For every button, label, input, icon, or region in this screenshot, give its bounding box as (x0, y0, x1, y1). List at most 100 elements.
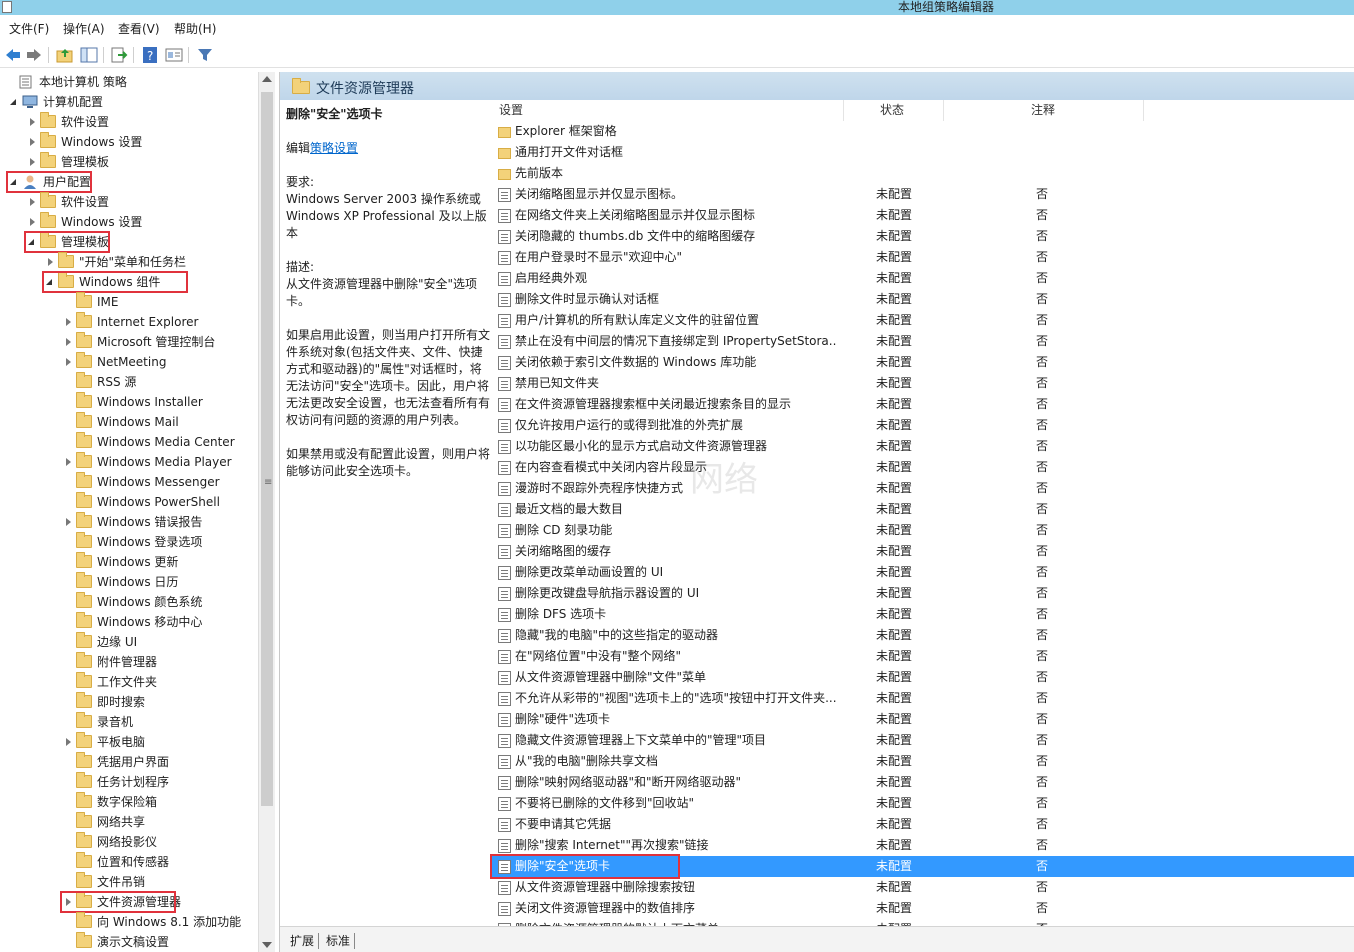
tree-scrollbar[interactable]: ≡ (258, 72, 275, 952)
collapse-arrow-icon[interactable] (66, 458, 71, 466)
table-row[interactable]: 关闭缩略图显示并仅显示图标。 未配置 否 (490, 184, 1354, 205)
collapse-arrow-icon[interactable] (30, 158, 35, 166)
list-folder-row[interactable]: Explorer 框架窗格 (490, 121, 1354, 142)
table-row[interactable]: 删除 CD 刻录功能 未配置 否 (490, 520, 1354, 541)
table-row[interactable]: 不允许从彩带的"视图"选项卡上的"选项"按钮中打开文件夹... 未配置 否 (490, 688, 1354, 709)
tree-item[interactable]: 任务计划程序 (0, 772, 258, 792)
collapse-arrow-icon[interactable] (30, 138, 35, 146)
column-header-state[interactable]: 状态 (844, 100, 944, 121)
table-row[interactable]: 删除"硬件"选项卡 未配置 否 (490, 709, 1354, 730)
table-row[interactable]: 从文件资源管理器中删除搜索按钮 未配置 否 (490, 877, 1354, 898)
table-row[interactable]: 删除文件资源管理器的默认上下文菜单未配置否 (490, 919, 1354, 926)
table-row[interactable]: 禁止在没有中间层的情况下直接绑定到 IPropertySetStora... 未配… (490, 331, 1354, 352)
show-hide-tree-icon[interactable] (80, 46, 98, 64)
edit-policy-link[interactable]: 策略设置 (310, 141, 358, 155)
table-row[interactable]: 用户/计算机的所有默认库定义文件的驻留位置 未配置 否 (490, 310, 1354, 331)
tree-item[interactable]: Windows Mail (0, 412, 258, 432)
table-row[interactable]: 关闭文件资源管理器中的数值排序 未配置 否 (490, 898, 1354, 919)
tree-item[interactable]: 录音机 (0, 712, 258, 732)
navigation-tree[interactable]: 本地计算机 策略 计算机配置 软件设置 Windows 设置 管理模板 用户配置 软件设置 W… (0, 72, 258, 952)
table-row[interactable]: 删除文件时显示确认对话框 未配置 否 (490, 289, 1354, 310)
tree-item[interactable]: Windows Messenger (0, 472, 258, 492)
collapse-arrow-icon[interactable] (66, 358, 71, 366)
tree-item[interactable]: 演示文稿设置 (0, 932, 258, 952)
table-row[interactable]: 禁用已知文件夹 未配置 否 (490, 373, 1354, 394)
column-header-setting[interactable]: 设置 (490, 100, 844, 121)
back-arrow-icon[interactable] (4, 46, 22, 64)
table-row[interactable]: 关闭缩略图的缓存 未配置 否 (490, 541, 1354, 562)
menu-action[interactable]: 操作(A) (63, 21, 105, 37)
tree-item[interactable]: Windows 设置 (0, 212, 258, 232)
table-row[interactable]: 关闭隐藏的 thumbs.db 文件中的缩略图缓存 未配置 否 (490, 226, 1354, 247)
table-row[interactable]: 删除"搜索 Internet""再次搜索"链接 未配置 否 (490, 835, 1354, 856)
tree-item[interactable]: Microsoft 管理控制台 (0, 332, 258, 352)
list-folder-row[interactable]: 先前版本 (490, 163, 1354, 184)
tree-item[interactable]: Windows 颜色系统 (0, 592, 258, 612)
table-row[interactable]: 在文件资源管理器搜索框中关闭最近搜索条目的显示 未配置 否 (490, 394, 1354, 415)
menu-file[interactable]: 文件(F) (9, 21, 49, 37)
export-list-icon[interactable] (110, 46, 128, 64)
tree-item[interactable]: "开始"菜单和任务栏 (0, 252, 258, 272)
tree-item[interactable]: 工作文件夹 (0, 672, 258, 692)
collapse-arrow-icon[interactable] (66, 738, 71, 746)
tree-item[interactable]: Windows Installer (0, 392, 258, 412)
table-row[interactable]: 删除 DFS 选项卡 未配置 否 (490, 604, 1354, 625)
tree-item[interactable]: Windows 设置 (0, 132, 258, 152)
table-row[interactable]: 启用经典外观 未配置 否 (490, 268, 1354, 289)
tree-item[interactable]: 即时搜索 (0, 692, 258, 712)
scroll-thumb[interactable] (261, 92, 273, 806)
table-row[interactable]: 删除更改菜单动画设置的 UI 未配置 否 (490, 562, 1354, 583)
tree-item[interactable]: Windows 移动中心 (0, 612, 258, 632)
table-row[interactable]: 从"我的电脑"删除共享文档 未配置 否 (490, 751, 1354, 772)
tab-extended[interactable]: 扩展 (286, 933, 320, 949)
tree-item[interactable]: 软件设置 (0, 192, 258, 212)
tree-item[interactable]: 向 Windows 8.1 添加功能 (0, 912, 258, 932)
table-row[interactable]: 仅允许按用户运行的或得到批准的外壳扩展 未配置 否 (490, 415, 1354, 436)
tree-item[interactable]: Windows 日历 (0, 572, 258, 592)
properties-icon[interactable] (165, 46, 183, 64)
tree-item[interactable]: 网络共享 (0, 812, 258, 832)
table-row[interactable]: 不要申请其它凭据 未配置 否 (490, 814, 1354, 835)
list-folder-row[interactable]: 通用打开文件对话框 (490, 142, 1354, 163)
table-row[interactable]: 在用户登录时不显示"欢迎中心" 未配置 否 (490, 247, 1354, 268)
menu-help[interactable]: 帮助(H) (174, 21, 216, 37)
filter-icon[interactable] (196, 46, 214, 64)
column-header-note[interactable]: 注释 (944, 100, 1144, 121)
table-row[interactable]: 隐藏"我的电脑"中的这些指定的驱动器 未配置 否 (490, 625, 1354, 646)
tree-item[interactable]: 管理模板 (0, 152, 258, 172)
tree-item[interactable]: Windows 登录选项 (0, 532, 258, 552)
table-row[interactable]: 从文件资源管理器中删除"文件"菜单 未配置 否 (490, 667, 1354, 688)
menu-view[interactable]: 查看(V) (118, 21, 160, 37)
collapse-arrow-icon[interactable] (30, 118, 35, 126)
table-row[interactable]: 关闭依赖于索引文件数据的 Windows 库功能 未配置 否 (490, 352, 1354, 373)
table-row[interactable]: 隐藏文件资源管理器上下文菜单中的"管理"项目 未配置 否 (490, 730, 1354, 751)
expand-arrow-icon[interactable] (10, 99, 16, 105)
tree-item[interactable]: 软件设置 (0, 112, 258, 132)
tree-item[interactable]: 计算机配置 (0, 92, 258, 112)
tree-item[interactable]: 附件管理器 (0, 652, 258, 672)
collapse-arrow-icon[interactable] (48, 258, 53, 266)
table-row[interactable]: 在网络文件夹上关闭缩略图显示并仅显示图标 未配置 否 (490, 205, 1354, 226)
tree-item[interactable]: 本地计算机 策略 (0, 72, 258, 92)
tree-item[interactable]: Internet Explorer (0, 312, 258, 332)
collapse-arrow-icon[interactable] (66, 318, 71, 326)
tree-item[interactable]: Windows 更新 (0, 552, 258, 572)
table-row[interactable]: 在"网络位置"中没有"整个网络" 未配置 否 (490, 646, 1354, 667)
collapse-arrow-icon[interactable] (30, 218, 35, 226)
table-row[interactable]: 漫游时不跟踪外壳程序快捷方式 未配置 否 (490, 478, 1354, 499)
tree-item[interactable]: NetMeeting (0, 352, 258, 372)
forward-arrow-icon[interactable] (25, 46, 43, 64)
table-row[interactable]: 在内容查看模式中关闭内容片段显示 未配置 否 (490, 457, 1354, 478)
tree-item[interactable]: 文件吊销 (0, 872, 258, 892)
tree-item[interactable]: 边缘 UI (0, 632, 258, 652)
tree-item[interactable]: 平板电脑 (0, 732, 258, 752)
table-row[interactable]: 最近文档的最大数目 未配置 否 (490, 499, 1354, 520)
tab-standard[interactable]: 标准 (322, 933, 356, 949)
help-icon[interactable]: ? (141, 46, 159, 64)
tree-item[interactable]: 凭据用户界面 (0, 752, 258, 772)
tree-item[interactable]: 位置和传感器 (0, 852, 258, 872)
scroll-up-arrow-icon[interactable] (262, 76, 272, 82)
collapse-arrow-icon[interactable] (66, 518, 71, 526)
tree-item[interactable]: Windows Media Player (0, 452, 258, 472)
table-row[interactable]: 以功能区最小化的显示方式启动文件资源管理器 未配置 否 (490, 436, 1354, 457)
